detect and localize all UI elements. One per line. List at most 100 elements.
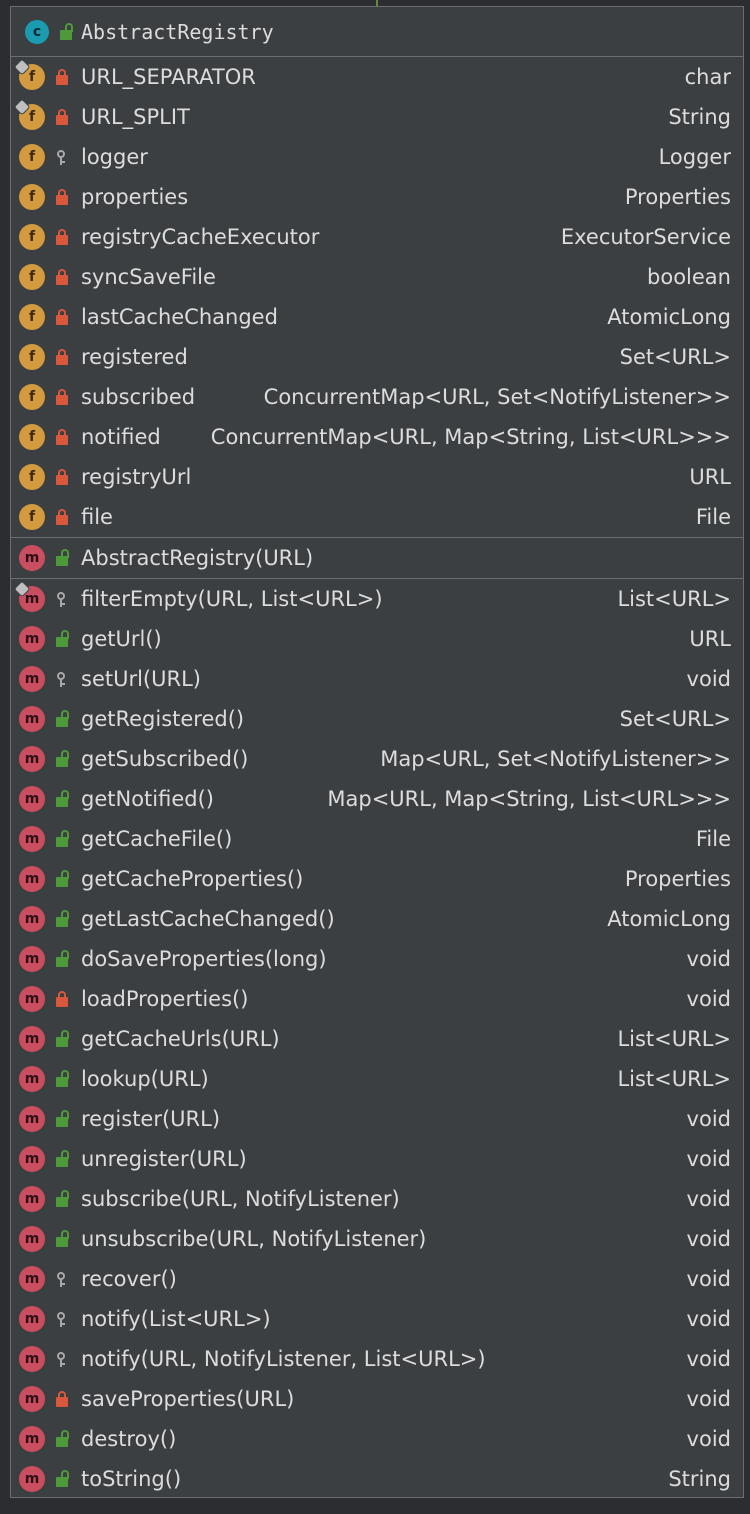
method-type: Map<URL, Map<String, List<URL>>> xyxy=(327,787,731,811)
field-row[interactable]: f properties Properties xyxy=(11,177,743,217)
private-lock-icon xyxy=(55,348,69,366)
method-row[interactable]: m subscribe(URL, NotifyListener) void xyxy=(11,1179,743,1219)
field-name: registered xyxy=(81,345,188,369)
method-row[interactable]: m getSubscribed() Map<URL, Set<NotifyListe… xyxy=(11,739,743,779)
field-row[interactable]: f URL_SPLIT String xyxy=(11,97,743,137)
public-unlock-icon xyxy=(55,1110,69,1128)
private-lock-icon xyxy=(55,990,69,1008)
constructors-section: m AbstractRegistry(URL) xyxy=(11,538,743,579)
method-row[interactable]: m getNotified() Map<URL, Map<String, List<… xyxy=(11,779,743,819)
method-row[interactable]: m getCacheFile() File xyxy=(11,819,743,859)
method-name: getCacheUrls(URL) xyxy=(81,1027,280,1051)
method-row[interactable]: m setUrl(URL) void xyxy=(11,659,743,699)
field-row[interactable]: f file File xyxy=(11,497,743,537)
method-row[interactable]: m toString() String xyxy=(11,1459,743,1499)
field-type: Logger xyxy=(658,145,731,169)
package-key-icon xyxy=(55,670,69,688)
method-row[interactable]: m getRegistered() Set<URL> xyxy=(11,699,743,739)
field-row[interactable]: f subscribed ConcurrentMap<URL, Set<Notify… xyxy=(11,377,743,417)
method-icon: m xyxy=(19,1106,45,1132)
field-row[interactable]: f registered Set<URL> xyxy=(11,337,743,377)
field-icon: f xyxy=(14,59,45,90)
method-row[interactable]: m unregister(URL) void xyxy=(11,1139,743,1179)
method-icon: m xyxy=(19,1386,45,1412)
method-row[interactable]: m lookup(URL) List<URL> xyxy=(11,1059,743,1099)
field-type: ConcurrentMap<URL, Map<String, List<URL>… xyxy=(210,425,731,449)
method-name: lookup(URL) xyxy=(81,1067,209,1091)
field-icon: f xyxy=(19,344,45,370)
package-key-icon xyxy=(55,1350,69,1368)
method-icon: m xyxy=(19,1346,45,1372)
method-row[interactable]: m loadProperties() void xyxy=(11,979,743,1019)
method-type: void xyxy=(686,1187,731,1211)
method-name: register(URL) xyxy=(81,1107,221,1131)
public-unlock-icon xyxy=(55,1430,69,1448)
field-row[interactable]: f syncSaveFile boolean xyxy=(11,257,743,297)
method-name: destroy() xyxy=(81,1427,177,1451)
method-row[interactable]: m filterEmpty(URL, List<URL>) List<URL> xyxy=(11,579,743,619)
field-row[interactable]: f notified ConcurrentMap<URL, Map<String, … xyxy=(11,417,743,457)
package-key-icon xyxy=(55,590,69,608)
method-icon: m xyxy=(19,1026,45,1052)
field-type: File xyxy=(695,505,731,529)
method-row[interactable]: m saveProperties(URL) void xyxy=(11,1379,743,1419)
public-unlock-icon xyxy=(55,1190,69,1208)
method-icon: m xyxy=(19,1226,45,1252)
method-type: void xyxy=(686,1427,731,1451)
method-icon: m xyxy=(14,581,45,612)
method-type: String xyxy=(668,1467,731,1491)
method-row[interactable]: m destroy() void xyxy=(11,1419,743,1459)
field-row[interactable]: f logger Logger xyxy=(11,137,743,177)
method-type: void xyxy=(686,1387,731,1411)
field-row[interactable]: f registryUrl URL xyxy=(11,457,743,497)
methods-section: m filterEmpty(URL, List<URL>) List<URL> m ge… xyxy=(11,579,743,1499)
method-row[interactable]: m getCacheProperties() Properties xyxy=(11,859,743,899)
private-lock-icon xyxy=(55,268,69,286)
method-type: List<URL> xyxy=(617,587,731,611)
method-icon: m xyxy=(19,866,45,892)
private-lock-icon xyxy=(55,68,69,86)
method-icon: m xyxy=(19,1466,45,1492)
method-row[interactable]: m getCacheUrls(URL) List<URL> xyxy=(11,1019,743,1059)
method-name: getUrl() xyxy=(81,627,162,651)
method-row[interactable]: m unsubscribe(URL, NotifyListener) void xyxy=(11,1219,743,1259)
field-row[interactable]: f registryCacheExecutor ExecutorService xyxy=(11,217,743,257)
public-unlock-icon xyxy=(55,950,69,968)
class-header[interactable]: c AbstractRegistry xyxy=(11,7,743,57)
method-row[interactable]: m notify(URL, NotifyListener, List<URL>) v… xyxy=(11,1339,743,1379)
private-lock-icon xyxy=(55,428,69,446)
package-key-icon xyxy=(55,1270,69,1288)
method-type: void xyxy=(686,1347,731,1371)
field-row[interactable]: f URL_SEPARATOR char xyxy=(11,57,743,97)
method-name: getCacheProperties() xyxy=(81,867,304,891)
field-icon: f xyxy=(19,224,45,250)
method-name: toString() xyxy=(81,1467,182,1491)
method-type: void xyxy=(686,1107,731,1131)
public-unlock-icon xyxy=(55,549,69,567)
method-row[interactable]: m getUrl() URL xyxy=(11,619,743,659)
field-name: URL_SEPARATOR xyxy=(81,65,256,89)
public-unlock-icon xyxy=(55,1470,69,1488)
method-name: getSubscribed() xyxy=(81,747,249,771)
field-name: file xyxy=(81,505,113,529)
method-type: void xyxy=(686,1267,731,1291)
field-row[interactable]: f lastCacheChanged AtomicLong xyxy=(11,297,743,337)
private-lock-icon xyxy=(55,388,69,406)
public-unlock-icon xyxy=(55,750,69,768)
method-row[interactable]: m notify(List<URL>) void xyxy=(11,1299,743,1339)
method-icon: m xyxy=(19,1146,45,1172)
method-row[interactable]: m register(URL) void xyxy=(11,1099,743,1139)
method-row[interactable]: m getLastCacheChanged() AtomicLong xyxy=(11,899,743,939)
method-name: setUrl(URL) xyxy=(81,667,201,691)
method-icon: m xyxy=(19,626,45,652)
method-row[interactable]: m doSaveProperties(long) void xyxy=(11,939,743,979)
method-icon: m xyxy=(19,1066,45,1092)
public-unlock-icon xyxy=(55,830,69,848)
method-icon: m xyxy=(19,746,45,772)
private-lock-icon xyxy=(55,228,69,246)
field-type: URL xyxy=(689,465,731,489)
public-unlock-icon xyxy=(55,1230,69,1248)
field-name: properties xyxy=(81,185,189,209)
method-row[interactable]: m AbstractRegistry(URL) xyxy=(11,538,743,578)
method-row[interactable]: m recover() void xyxy=(11,1259,743,1299)
